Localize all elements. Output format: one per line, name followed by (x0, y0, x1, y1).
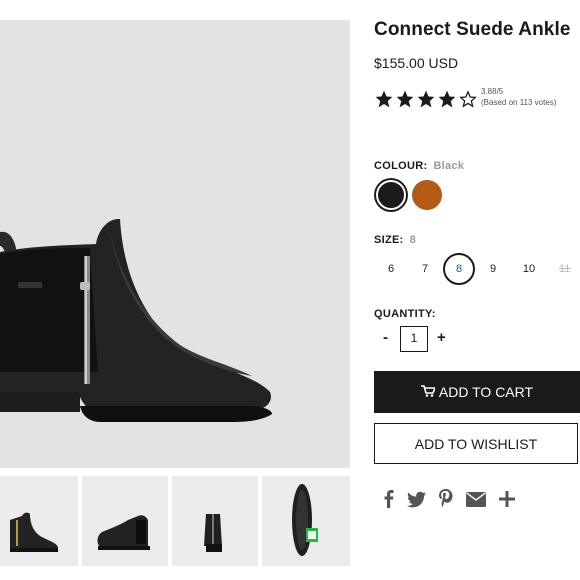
quantity-label: QUANTITY: (374, 308, 436, 320)
size-option-8[interactable]: 8 (443, 253, 475, 285)
thumbnail-3[interactable] (172, 476, 258, 566)
rating-stars[interactable] (374, 89, 478, 109)
add-to-wishlist-button[interactable]: ADD TO WISHLIST (374, 423, 578, 464)
quantity-input[interactable]: 1 (400, 326, 428, 352)
star-filled-icon (375, 90, 393, 108)
size-option-6[interactable]: 6 (375, 253, 407, 285)
add-to-wishlist-label: ADD TO WISHLIST (414, 435, 538, 452)
thumbnail-4[interactable] (262, 476, 350, 566)
size-label-row: SIZE: 8 (374, 234, 416, 246)
rating-value: 3.88/5 (481, 87, 504, 96)
product-price: $155.00 USD (374, 55, 459, 71)
add-to-cart-label: ADD TO CART (438, 384, 534, 400)
plus-icon[interactable] (496, 488, 518, 510)
size-option-7[interactable]: 7 (409, 253, 441, 285)
colour-swatch-black[interactable] (376, 180, 406, 210)
star-filled-icon (396, 90, 414, 108)
size-option-11[interactable]: 11 (551, 253, 580, 285)
star-filled-icon (438, 90, 456, 108)
add-to-cart-button[interactable]: ADD TO CART (374, 371, 580, 413)
quantity-decrease-button[interactable]: - (383, 329, 388, 346)
rating-summary: 3.88/5 (Based on 113 votes) (481, 86, 556, 108)
thumbnail-2[interactable] (82, 476, 168, 566)
cart-icon (420, 384, 437, 400)
star-filled-icon (417, 90, 435, 108)
size-option-9[interactable]: 9 (477, 253, 509, 285)
main-product-image[interactable] (0, 20, 350, 468)
colour-swatch-brown[interactable] (412, 180, 442, 210)
colour-label-row: COLOUR: Black (374, 160, 464, 172)
star-empty-icon (459, 90, 477, 108)
rating-votes: (Based on 113 votes) (481, 98, 557, 107)
pinterest-icon[interactable] (435, 488, 457, 510)
size-option-10[interactable]: 10 (513, 253, 545, 285)
size-label: SIZE: (374, 234, 404, 246)
size-selected-value: 8 (409, 234, 417, 246)
colour-selected-value: Black (433, 160, 465, 172)
twitter-icon[interactable] (406, 488, 428, 510)
colour-label: COLOUR: (374, 160, 428, 172)
quantity-increase-button[interactable]: + (437, 329, 446, 346)
thumbnail-1[interactable] (0, 476, 78, 566)
thumbnail-strip (0, 476, 350, 566)
facebook-icon[interactable] (378, 488, 400, 510)
product-title: Connect Suede Ankle (374, 19, 571, 40)
email-icon[interactable] (465, 488, 487, 510)
